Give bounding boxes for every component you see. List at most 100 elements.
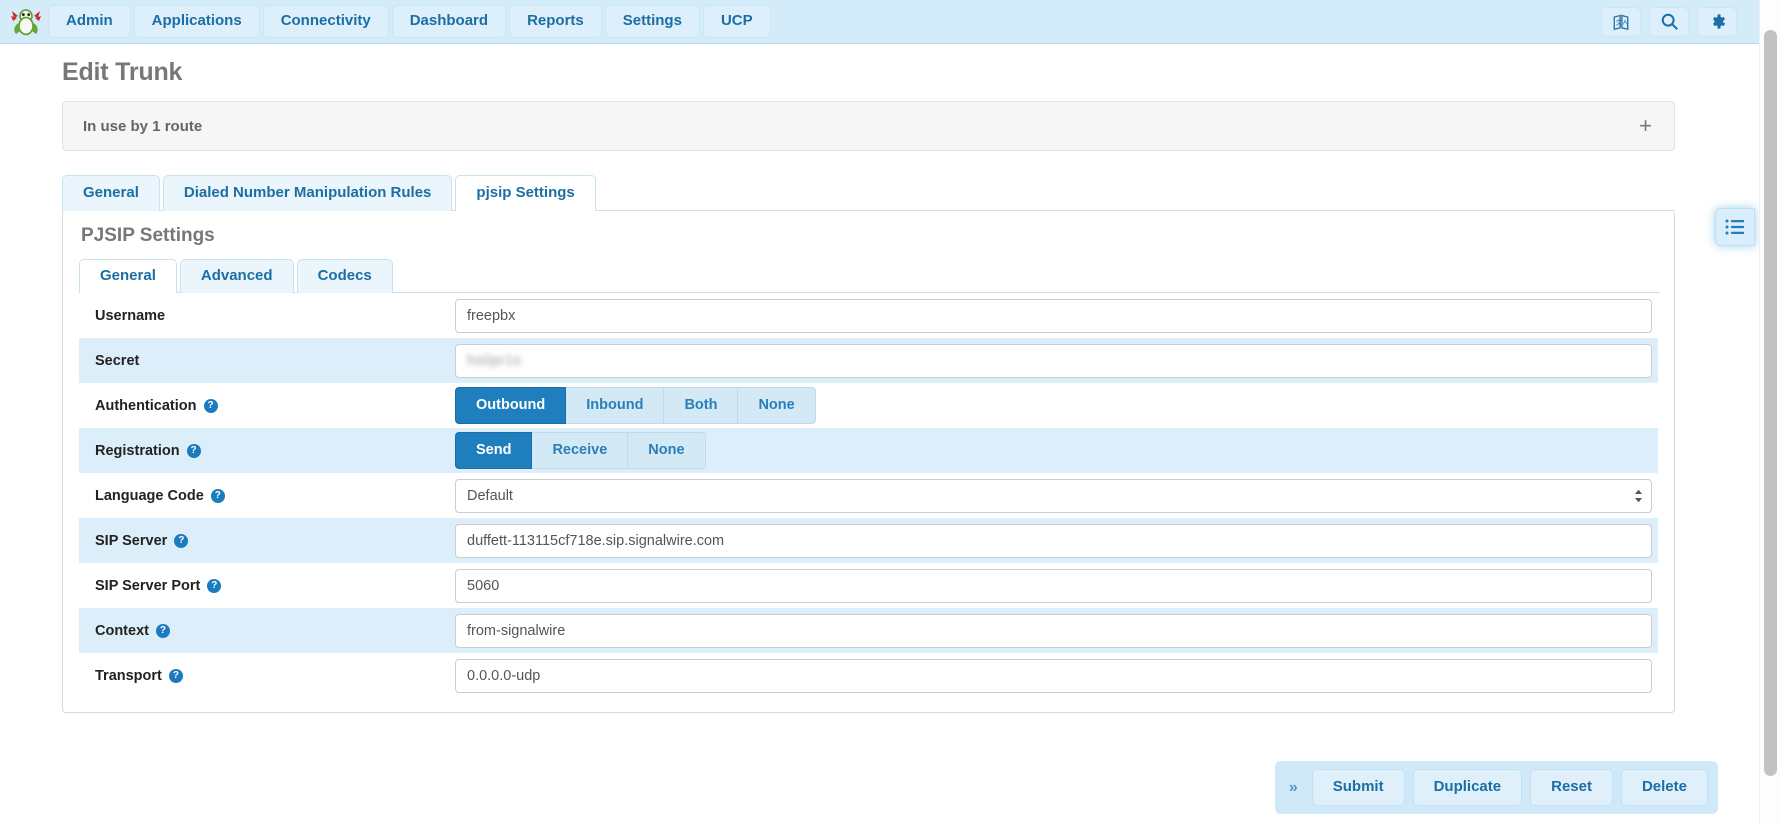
language-code-select[interactable]: Default [455,479,1652,513]
svg-text:文: 文 [1616,17,1623,26]
label-registration-text: Registration [95,443,180,459]
context-input[interactable] [455,614,1652,648]
submit-button[interactable]: Submit [1312,769,1405,806]
scrollbar-thumb[interactable] [1764,30,1777,776]
pjsip-subtabs: General Advanced Codecs [79,259,1660,293]
search-icon[interactable] [1649,7,1689,37]
nav-item-applications[interactable]: Applications [134,5,260,38]
delete-button[interactable]: Delete [1621,769,1708,806]
navbar-right-icons: A 文 [1601,0,1737,43]
nav-item-ucp[interactable]: UCP [703,5,771,38]
help-icon-registration[interactable]: ? [187,444,201,458]
reset-button[interactable]: Reset [1530,769,1613,806]
row-secret: Secret hs0pr1s [79,338,1658,383]
label-registration: Registration ? [95,443,455,459]
gear-icon[interactable] [1697,7,1737,37]
help-icon-transport[interactable]: ? [169,669,183,683]
registration-option-send[interactable]: Send [455,432,532,469]
label-transport-text: Transport [95,668,162,684]
field-authentication: Outbound Inbound Both None [455,387,1658,424]
in-use-banner: In use by 1 route + [62,101,1675,151]
authentication-button-group: Outbound Inbound Both None [455,387,1652,424]
auth-option-inbound[interactable]: Inbound [566,387,664,424]
nav-item-reports[interactable]: Reports [509,5,602,38]
row-authentication: Authentication ? Outbound Inbound Both N… [79,383,1658,428]
svg-text:A: A [1623,19,1628,26]
row-username: Username [79,293,1658,338]
label-sip-server-port-text: SIP Server Port [95,578,200,594]
username-input[interactable] [455,299,1652,333]
label-transport: Transport ? [95,668,455,684]
sip-server-input[interactable] [455,524,1652,558]
help-icon-authentication[interactable]: ? [204,399,218,413]
auth-option-both[interactable]: Both [664,387,738,424]
nav-items: Admin Applications Connectivity Dashboar… [48,5,771,38]
tab-dialed-number-manipulation-rules[interactable]: Dialed Number Manipulation Rules [163,175,453,211]
nav-item-admin[interactable]: Admin [48,5,131,38]
label-username-text: Username [95,308,165,324]
nav-item-settings[interactable]: Settings [605,5,700,38]
label-secret-text: Secret [95,353,139,369]
subtab-codecs[interactable]: Codecs [297,259,393,293]
freepbx-frog-logo[interactable] [4,3,48,41]
tab-pjsip-settings[interactable]: pjsip Settings [455,175,595,211]
row-transport: Transport ? [79,653,1658,698]
field-language-code: Default [455,479,1658,513]
pjsip-general-form: Username Secret hs0pr1s [79,293,1658,698]
expand-actions-chevron-icon[interactable]: » [1285,779,1304,797]
label-language-code: Language Code ? [95,488,455,504]
expand-plus-icon[interactable]: + [1635,115,1656,137]
pjsip-settings-panel: PJSIP Settings General Advanced Codecs U… [62,211,1675,713]
label-sip-server-text: SIP Server [95,533,167,549]
page-title: Edit Trunk [62,58,1737,87]
field-context [455,614,1658,648]
field-sip-server [455,524,1658,558]
row-sip-server-port: SIP Server Port ? [79,563,1658,608]
top-navbar: Admin Applications Connectivity Dashboar… [0,0,1781,44]
label-authentication: Authentication ? [95,398,455,414]
panel-heading: PJSIP Settings [81,225,1660,247]
help-icon-sip-server-port[interactable]: ? [207,579,221,593]
registration-option-none[interactable]: None [628,432,705,469]
label-context-text: Context [95,623,149,639]
registration-option-receive[interactable]: Receive [532,432,628,469]
field-sip-server-port [455,569,1658,603]
subtab-advanced[interactable]: Advanced [180,259,294,293]
row-registration: Registration ? Send Receive None [79,428,1658,473]
in-use-label: In use by 1 route [83,118,202,135]
auth-option-none[interactable]: None [738,387,815,424]
subtab-general[interactable]: General [79,259,177,293]
label-secret: Secret [95,353,455,369]
transport-input[interactable] [455,659,1652,693]
label-sip-server: SIP Server ? [95,533,455,549]
field-registration: Send Receive None [455,432,1658,469]
label-authentication-text: Authentication [95,398,197,414]
duplicate-button[interactable]: Duplicate [1413,769,1523,806]
help-icon-sip-server[interactable]: ? [174,534,188,548]
auth-option-outbound[interactable]: Outbound [455,387,566,424]
help-icon-language-code[interactable]: ? [211,489,225,503]
translate-icon[interactable]: A 文 [1601,7,1641,37]
form-action-bar: » Submit Duplicate Reset Delete [1275,761,1718,814]
row-language-code: Language Code ? Default [79,473,1658,518]
nav-item-connectivity[interactable]: Connectivity [263,5,389,38]
page-body: Edit Trunk In use by 1 route + General D… [0,58,1781,824]
list-menu-icon[interactable] [1715,208,1755,246]
trunk-tabs-wrapper: General Dialed Number Manipulation Rules… [62,175,1675,713]
secret-masked-value: hs0pr1s [467,353,521,369]
sip-server-port-input[interactable] [455,569,1652,603]
tab-general[interactable]: General [62,175,160,211]
row-context: Context ? [79,608,1658,653]
trunk-tabs: General Dialed Number Manipulation Rules… [62,175,1675,211]
page-scrollbar[interactable] [1759,0,1781,824]
label-language-code-text: Language Code [95,488,204,504]
field-username [455,299,1658,333]
nav-item-dashboard[interactable]: Dashboard [392,5,506,38]
registration-button-group: Send Receive None [455,432,1652,469]
label-context: Context ? [95,623,455,639]
label-username: Username [95,308,455,324]
secret-input[interactable]: hs0pr1s [455,344,1652,378]
help-icon-context[interactable]: ? [156,624,170,638]
row-sip-server: SIP Server ? [79,518,1658,563]
field-transport [455,659,1658,693]
